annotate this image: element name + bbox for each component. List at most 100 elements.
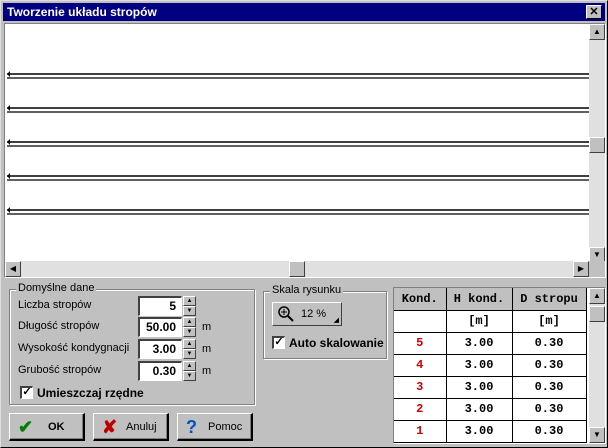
storey-height-cell[interactable]: 3.00 [446,354,513,377]
cross-icon: ✘ [102,417,118,437]
vertical-scroll-thumb[interactable] [589,137,605,153]
corner-triangle-icon: ◢ [333,317,339,324]
floor-length-spinner[interactable]: ▲ ▼ [183,317,196,337]
ok-button[interactable]: ✔ OK [9,413,85,441]
table-scroll-thumb[interactable] [589,306,605,322]
default-data-legend: Domyślne dane [16,282,97,294]
spin-up-icon[interactable]: ▲ [183,361,196,371]
floor-thickness-cell[interactable]: 0.30 [512,332,587,355]
drawing-scale-legend: Skala rysunku [270,284,344,296]
spin-down-icon[interactable]: ▼ [183,371,196,381]
unit-cell-d-stropu: [m] [512,310,587,333]
floor-slab [7,105,589,113]
place-ordinates-label: Umieszczaj rzędne [37,386,144,400]
place-ordinates-check-box[interactable]: ✓ [20,386,33,399]
ordinate-marker-icon [7,71,10,77]
question-mark-icon: ? [186,417,197,437]
table-scroll-down-button[interactable]: ▼ [589,427,605,443]
spin-down-icon[interactable]: ▼ [183,306,196,316]
magnifier-plus-icon [278,306,294,322]
table-units-row: [m] [m] [394,310,587,333]
floor-thickness-cell[interactable]: 0.30 [512,420,587,443]
storey-height-cell[interactable]: 3.00 [446,332,513,355]
storey-height-input[interactable]: 3.00 [138,339,182,359]
table-row[interactable]: 1 3.00 0.30 [394,420,587,443]
unit-cell-h-kond: [m] [446,310,513,333]
ordinate-marker-icon [7,173,10,179]
floor-slab [7,71,589,79]
storey-height-spinner[interactable]: ▲ ▼ [183,339,196,359]
floor-count-input[interactable]: 5 [138,296,182,316]
floor-number-cell: 2 [394,398,447,421]
scroll-left-button[interactable]: ◀ [5,261,21,277]
zoom-value: 12 % [301,308,327,320]
close-icon: ✕ [589,6,599,18]
table-header-row: Kond. H kond. D stropu [394,288,587,311]
floor-thickness-input[interactable]: 0.30 [138,361,182,381]
table-vertical-scrollbar[interactable]: ▲ ▼ [589,288,605,443]
zoom-level-button[interactable]: 12 % ◢ [272,302,342,326]
floors-grid: Kond. H kond. D stropu [m] [m] 5 3.00 0.… [394,288,587,443]
storey-height-cell[interactable]: 3.00 [446,376,513,399]
close-button[interactable]: ✕ [586,5,602,19]
table-row[interactable]: 5 3.00 0.30 [394,332,587,355]
table-row[interactable]: 3 3.00 0.30 [394,376,587,399]
floor-count-spinner[interactable]: ▲ ▼ [183,296,196,316]
drawing-horizontal-scrollbar[interactable]: ◀ ▶ [5,261,589,277]
ordinate-marker-icon [7,207,10,213]
floor-drawing[interactable] [5,24,589,263]
cancel-button[interactable]: ✘ Anuluj [93,413,169,441]
column-header-h-kond: H kond. [446,288,513,311]
auto-scale-check-box[interactable]: ✓ [272,336,285,349]
column-header-kond: Kond. [394,288,447,311]
cancel-label: Anuluj [126,421,157,433]
dialog-window: Tworzenie układu stropów ✕ ▲ ▼ ◀ ▶ Domyś… [0,0,608,448]
spin-down-icon[interactable]: ▼ [183,327,196,337]
unit-cell-kond [394,310,447,333]
floor-length-unit: m [202,321,212,333]
floor-number-cell: 5 [394,332,447,355]
ordinate-marker-icon [7,105,10,111]
floor-thickness-cell[interactable]: 0.30 [512,398,587,421]
auto-scale-label: Auto skalowanie [289,336,384,350]
floor-length-input[interactable]: 50.00 [138,317,182,337]
auto-scale-checkbox[interactable]: ✓ Auto skalowanie [272,336,384,350]
window-title: Tworzenie układu stropów [7,5,157,19]
scroll-up-button[interactable]: ▲ [589,24,605,40]
floor-slab [7,207,589,215]
help-button[interactable]: ? Pomoc [177,413,253,441]
scroll-corner [589,261,605,277]
storey-height-cell[interactable]: 3.00 [446,398,513,421]
table-scroll-up-button[interactable]: ▲ [589,288,605,304]
storey-height-row: Wysokość kondygnacji 3.00 ▲ ▼ m [18,339,218,359]
table-row[interactable]: 2 3.00 0.30 [394,398,587,421]
floor-thickness-row: Grubość stropów 0.30 ▲ ▼ m [18,361,218,381]
storey-height-cell[interactable]: 3.00 [446,420,513,443]
drawing-panel: ▲ ▼ ◀ ▶ [4,23,606,278]
horizontal-scroll-thumb[interactable] [289,261,305,277]
floor-count-label: Liczba stropów [18,299,92,311]
spin-up-icon[interactable]: ▲ [183,317,196,327]
floor-thickness-cell[interactable]: 0.30 [512,354,587,377]
floor-thickness-cell[interactable]: 0.30 [512,376,587,399]
drawing-vertical-scrollbar[interactable]: ▲ ▼ [589,24,605,263]
floor-slab [7,139,589,147]
floor-number-cell: 4 [394,354,447,377]
place-ordinates-checkbox[interactable]: ✓ Umieszczaj rzędne [20,386,220,400]
floor-thickness-spinner[interactable]: ▲ ▼ [183,361,196,381]
spin-up-icon[interactable]: ▲ [183,296,196,306]
scroll-right-button[interactable]: ▶ [573,261,589,277]
title-bar: Tworzenie układu stropów ✕ [3,3,605,21]
spin-up-icon[interactable]: ▲ [183,339,196,349]
floors-table: Kond. H kond. D stropu [m] [m] 5 3.00 0.… [393,287,606,444]
table-row[interactable]: 4 3.00 0.30 [394,354,587,377]
floor-number-cell: 1 [394,420,447,443]
floor-length-label: Długość stropów [18,320,100,332]
column-header-d-stropu: D stropu [512,288,587,311]
help-label: Pomoc [208,421,243,433]
floor-count-row: Liczba stropów 5 ▲ ▼ [18,296,218,316]
floor-slab [7,173,589,181]
floor-thickness-label: Grubość stropów [18,364,102,376]
floor-thickness-unit: m [202,365,212,377]
spin-down-icon[interactable]: ▼ [183,349,196,359]
